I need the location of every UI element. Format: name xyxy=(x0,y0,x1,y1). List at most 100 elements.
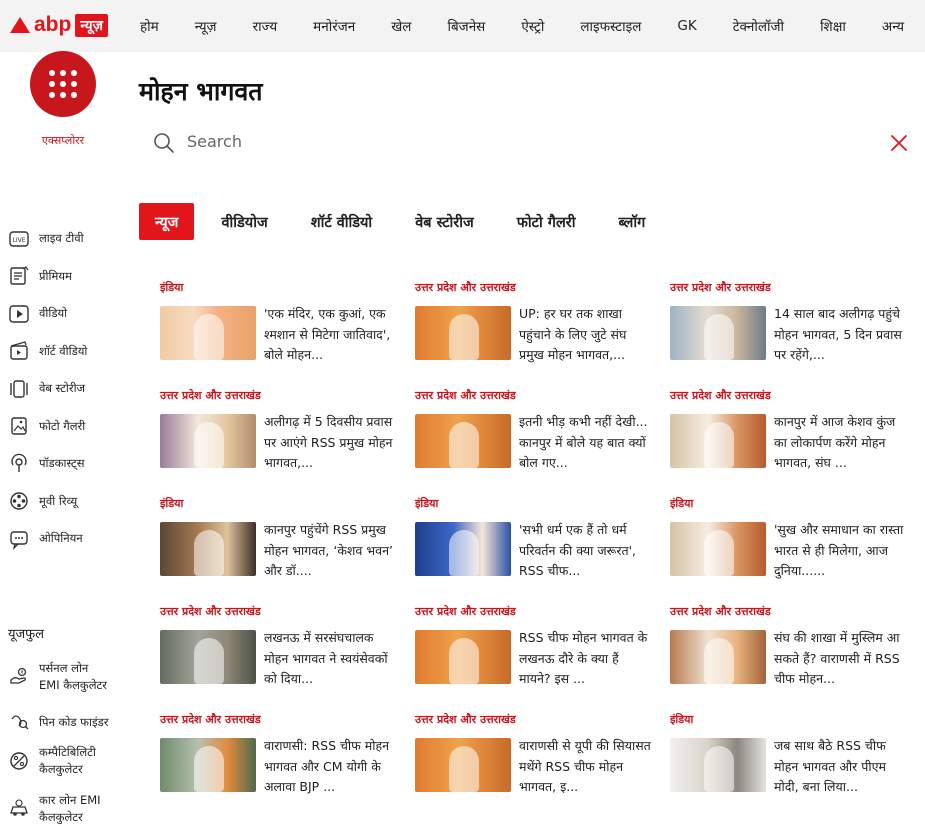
article-thumbnail[interactable] xyxy=(160,522,256,576)
nav-item[interactable]: न्यूज़ xyxy=(195,17,217,35)
sidebar-item[interactable]: फोटो गैलरी xyxy=(8,408,138,446)
article-card[interactable]: इंडिया जब साथ बैठे RSS चीफ मोहन भागवत और … xyxy=(670,712,910,812)
explore-button[interactable] xyxy=(30,51,96,117)
logo-abp-text: abp xyxy=(34,13,72,36)
article-card[interactable]: इंडिया 'सभी धर्म एक हैं तो धर्म परिवर्तन … xyxy=(415,496,655,596)
article-category[interactable]: उत्तर प्रदेश और उत्तराखंड xyxy=(160,604,261,619)
article-category[interactable]: इंडिया xyxy=(415,496,438,511)
article-category[interactable]: इंडिया xyxy=(670,712,693,727)
nav-item[interactable]: लाइफस्टाइल xyxy=(580,17,641,35)
article-card[interactable]: इंडिया कानपुर पहुंचेंगे RSS प्रमुख मोहन भ… xyxy=(160,496,400,596)
article-card[interactable]: उत्तर प्रदेश और उत्तराखंड 14 साल बाद अलीग… xyxy=(670,280,910,380)
article-thumbnail[interactable] xyxy=(415,738,511,792)
utility-link[interactable]: पिन कोड फाइंडर xyxy=(8,711,138,733)
article-thumbnail[interactable] xyxy=(160,414,256,468)
utility-link[interactable]: ₹ पर्सनल लोन EMI कैलकुलेटर xyxy=(8,660,138,694)
article-thumbnail[interactable] xyxy=(160,306,256,360)
article-category[interactable]: उत्तर प्रदेश और उत्तराखंड xyxy=(415,712,516,727)
article-headline[interactable]: 'सभी धर्म एक हैं तो धर्म परिवर्तन की क्य… xyxy=(519,520,653,582)
nav-item[interactable]: GK xyxy=(677,18,696,34)
article-headline[interactable]: कानपुर पहुंचेंगे RSS प्रमुख मोहन भागवत, … xyxy=(264,520,398,582)
utility-link[interactable]: कम्पैटिबिलिटी कैलकुलेटर xyxy=(8,744,138,778)
article-card[interactable]: उत्तर प्रदेश और उत्तराखंड कानपुर में आज क… xyxy=(670,388,910,488)
article-category[interactable]: इंडिया xyxy=(160,496,183,511)
nav-item[interactable]: ऐस्ट्रो xyxy=(521,17,544,35)
search-icon[interactable] xyxy=(153,132,175,154)
sidebar-item[interactable]: प्रीमियम xyxy=(8,258,138,296)
sidebar-item[interactable]: LIVE लाइव टीवी xyxy=(8,220,138,258)
tab-0[interactable]: न्यूज xyxy=(139,203,195,240)
article-category[interactable]: उत्तर प्रदेश और उत्तराखंड xyxy=(160,388,261,403)
nav-item[interactable]: शिक्षा xyxy=(820,17,846,35)
article-thumbnail[interactable] xyxy=(670,306,766,360)
sidebar-item[interactable]: ओपिनियन xyxy=(8,520,138,558)
article-thumbnail[interactable] xyxy=(670,522,766,576)
article-card[interactable]: उत्तर प्रदेश और उत्तराखंड संघ की शाखा में… xyxy=(670,604,910,704)
thumbnail-figure xyxy=(449,422,479,468)
article-headline[interactable]: अलीगढ़ में 5 दिवसीय प्रवास पर आएंगे RSS … xyxy=(264,412,398,474)
sidebar-item-label: पॉडकास्ट्स xyxy=(39,456,85,471)
article-card[interactable]: उत्तर प्रदेश और उत्तराखंड UP: हर घर तक शा… xyxy=(415,280,655,380)
article-category[interactable]: उत्तर प्रदेश और उत्तराखंड xyxy=(415,388,516,403)
article-headline[interactable]: जब साथ बैठे RSS चीफ मोहन भागवत और पीएम म… xyxy=(774,736,908,798)
nav-item[interactable]: टेक्नोलॉजी xyxy=(733,17,784,35)
article-headline[interactable]: RSS चीफ मोहन भागवत के लखनऊ दौरे के क्या … xyxy=(519,628,653,690)
article-thumbnail[interactable] xyxy=(415,630,511,684)
article-category[interactable]: इंडिया xyxy=(160,280,183,295)
article-headline[interactable]: 14 साल बाद अलीगढ़ पहुंचे मोहन भागवत, 5 द… xyxy=(774,304,908,366)
nav-item[interactable]: खेल xyxy=(391,17,411,35)
tab-5[interactable]: ब्लॉग xyxy=(602,203,661,240)
article-headline[interactable]: संघ की शाखा में मुस्लिम आ सकते हैं? वारा… xyxy=(774,628,908,690)
tab-3[interactable]: वेब स्टोरीज xyxy=(399,203,490,240)
tab-1[interactable]: वीडियोज xyxy=(205,203,283,240)
article-thumbnail[interactable] xyxy=(670,414,766,468)
article-thumbnail[interactable] xyxy=(670,630,766,684)
article-category[interactable]: उत्तर प्रदेश और उत्तराखंड xyxy=(670,280,771,295)
nav-item[interactable]: राज्य xyxy=(253,17,278,35)
article-headline[interactable]: UP: हर घर तक शाखा पहुंचाने के लिए जुटे स… xyxy=(519,304,653,366)
article-card[interactable]: उत्तर प्रदेश और उत्तराखंड वाराणसी: RSS ची… xyxy=(160,712,400,812)
article-card[interactable]: उत्तर प्रदेश और उत्तराखंड वाराणसी से यूपी… xyxy=(415,712,655,812)
sidebar-item[interactable]: पॉडकास्ट्स xyxy=(8,445,138,483)
article-card[interactable]: उत्तर प्रदेश और उत्तराखंड अलीगढ़ में 5 दि… xyxy=(160,388,400,488)
abp-news-logo[interactable]: abp न्यूज़ xyxy=(10,12,108,38)
article-card[interactable]: उत्तर प्रदेश और उत्तराखंड इतनी भीड़ कभी न… xyxy=(415,388,655,488)
article-headline[interactable]: 'सुख और समाधान का रास्ता भारत से ही मिले… xyxy=(774,520,908,582)
close-icon[interactable] xyxy=(888,132,910,154)
article-card[interactable]: इंडिया 'एक मंदिर, एक कुआं, एक श्मशान से म… xyxy=(160,280,400,380)
article-category[interactable]: उत्तर प्रदेश और उत्तराखंड xyxy=(415,604,516,619)
article-thumbnail[interactable] xyxy=(160,738,256,792)
article-category[interactable]: इंडिया xyxy=(670,496,693,511)
article-category[interactable]: उत्तर प्रदेश और उत्तराखंड xyxy=(670,604,771,619)
nav-item[interactable]: अन्य xyxy=(882,17,904,35)
sidebar-item[interactable]: मूवी रिव्यू xyxy=(8,483,138,521)
search-input[interactable] xyxy=(187,128,787,154)
sidebar-item[interactable]: वीडियो xyxy=(8,295,138,333)
article-card[interactable]: उत्तर प्रदेश और उत्तराखंड लखनऊ में सरसंघच… xyxy=(160,604,400,704)
article-headline[interactable]: कानपुर में आज केशव कुंज का लोकार्पण करें… xyxy=(774,412,908,474)
article-thumbnail[interactable] xyxy=(415,522,511,576)
article-category[interactable]: उत्तर प्रदेश और उत्तराखंड xyxy=(415,280,516,295)
pin-code-icon xyxy=(11,715,29,730)
article-thumbnail[interactable] xyxy=(415,306,511,360)
article-category[interactable]: उत्तर प्रदेश और उत्तराखंड xyxy=(160,712,261,727)
sidebar-item[interactable]: शॉर्ट वीडियो xyxy=(8,333,138,371)
article-thumbnail[interactable] xyxy=(670,738,766,792)
nav-item[interactable]: बिजनेस xyxy=(447,17,485,35)
utility-link[interactable]: कार लोन EMI कैलकुलेटर xyxy=(8,792,138,826)
article-headline[interactable]: वाराणसी से यूपी की सियासत मथेंगे RSS चीफ… xyxy=(519,736,653,798)
article-category[interactable]: उत्तर प्रदेश और उत्तराखंड xyxy=(670,388,771,403)
article-thumbnail[interactable] xyxy=(415,414,511,468)
tab-2[interactable]: शॉर्ट वीडियो xyxy=(295,203,388,240)
nav-item[interactable]: मनोरंजन xyxy=(313,17,355,35)
article-card[interactable]: उत्तर प्रदेश और उत्तराखंड RSS चीफ मोहन भा… xyxy=(415,604,655,704)
tab-4[interactable]: फोटो गैलरी xyxy=(501,203,592,240)
article-headline[interactable]: 'एक मंदिर, एक कुआं, एक श्मशान से मिटेगा … xyxy=(264,304,398,366)
article-thumbnail[interactable] xyxy=(160,630,256,684)
sidebar-item[interactable]: वेब स्टोरीज xyxy=(8,370,138,408)
article-headline[interactable]: इतनी भीड़ कभी नहीं देखी... कानपुर में बो… xyxy=(519,412,653,474)
article-headline[interactable]: वाराणसी: RSS चीफ मोहन भागवत और CM योगी क… xyxy=(264,736,398,798)
article-headline[interactable]: लखनऊ में सरसंघचालक मोहन भागवत ने स्वयंसे… xyxy=(264,628,398,690)
article-card[interactable]: इंडिया 'सुख और समाधान का रास्ता भारत से ह… xyxy=(670,496,910,596)
nav-item[interactable]: होम xyxy=(140,17,159,35)
